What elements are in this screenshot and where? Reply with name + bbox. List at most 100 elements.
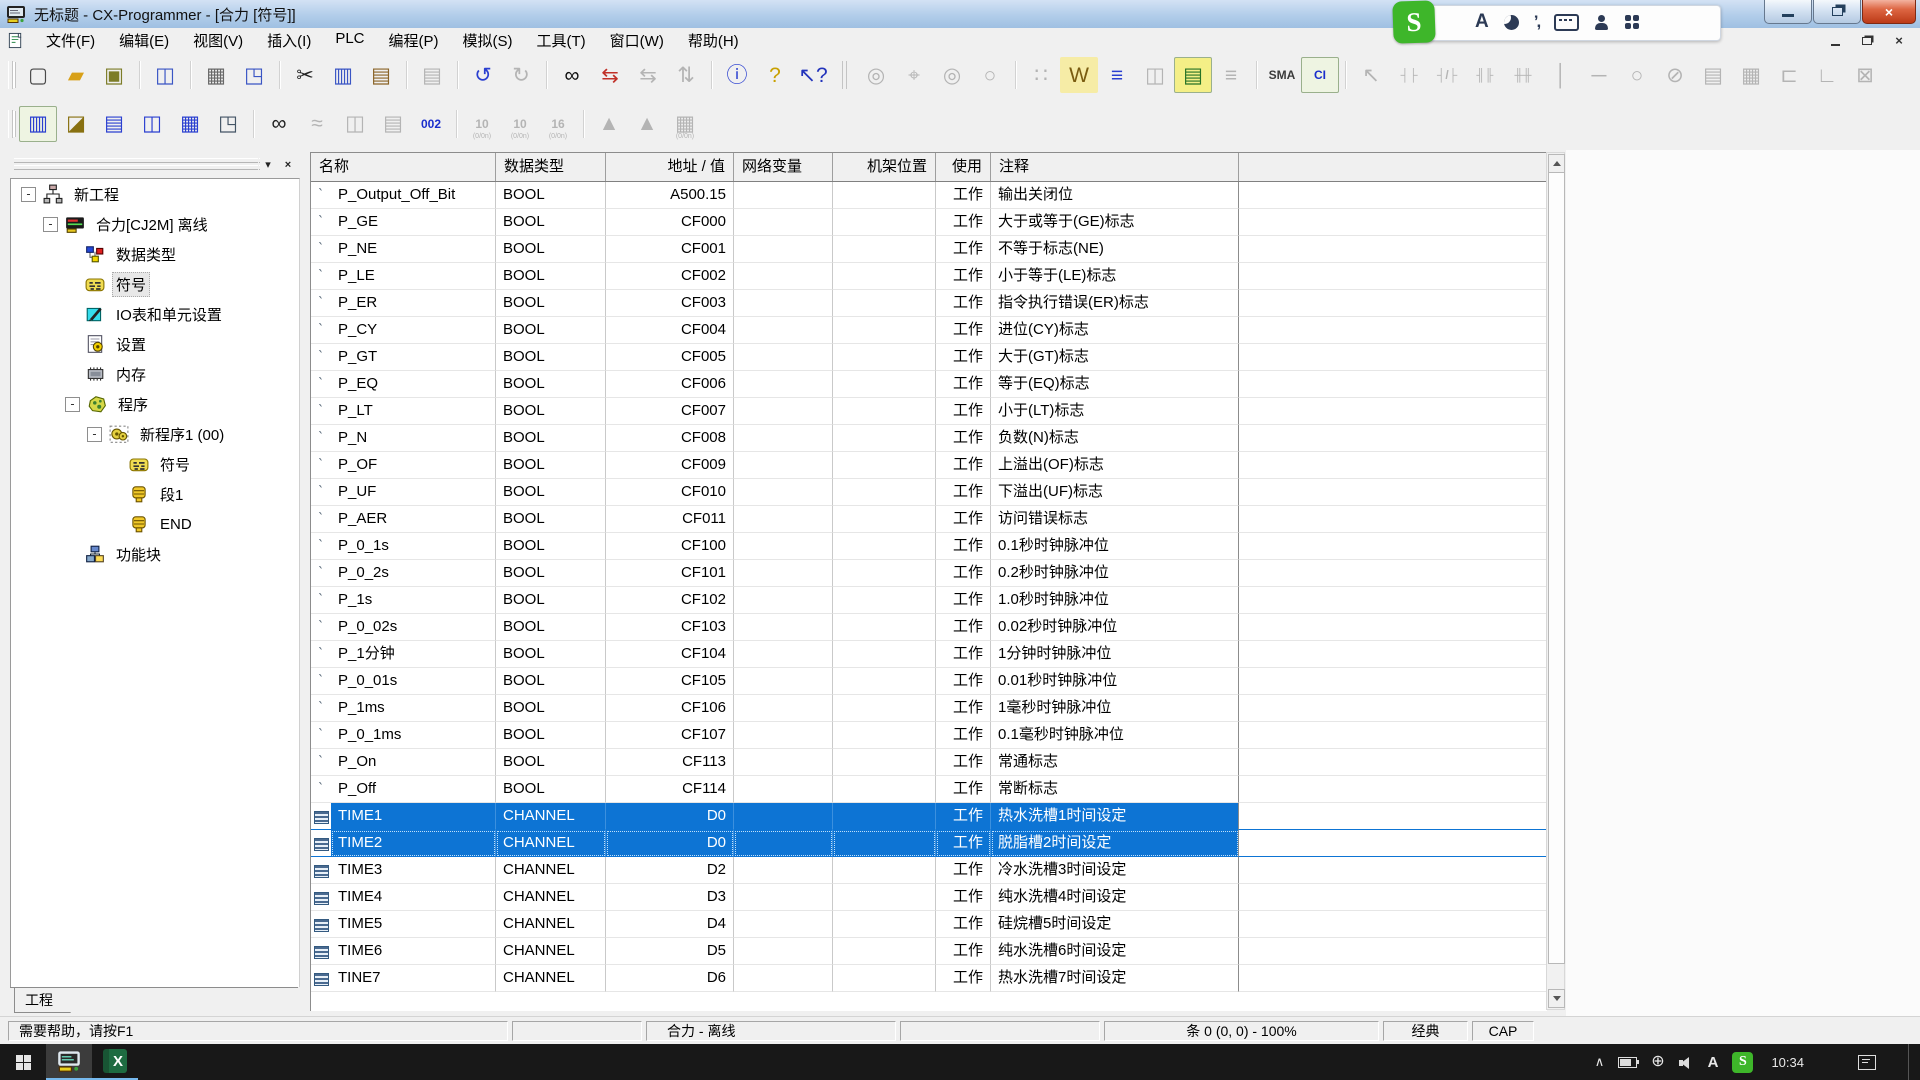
menu-item-9[interactable]: 帮助(H) <box>676 28 751 53</box>
tray-chevron-icon[interactable]: ∧ <box>1595 1054 1605 1070</box>
tree-item-数据类型[interactable]: 数据类型 <box>11 239 299 269</box>
symbol-row-P_On[interactable]: `P_OnBOOLCF113工作常通标志 <box>311 749 1547 776</box>
sogou-tray-icon[interactable]: S <box>1732 1052 1753 1073</box>
tree-item-END[interactable]: END <box>11 509 299 539</box>
new-inverted-instruction-button[interactable]: ▦ <box>1732 57 1770 93</box>
paste-button[interactable]: ▤ <box>362 57 400 93</box>
online-toggle-button[interactable]: ≈ <box>298 106 336 142</box>
menu-item-0[interactable]: 文件(F) <box>34 28 107 53</box>
restore-button[interactable] <box>1813 0 1861 24</box>
zoom-tool-button[interactable]: ⌖ <box>895 57 933 93</box>
symbol-row-P_1ms[interactable]: `P_1msBOOLCF106工作1毫秒时钟脉冲位 <box>311 695 1547 722</box>
taskbar-app-excel[interactable]: X <box>92 1044 138 1080</box>
menu-item-4[interactable]: PLC <box>323 28 376 53</box>
ime-toolbox-icon[interactable] <box>1625 15 1639 29</box>
print-preview-button[interactable]: ◳ <box>235 57 273 93</box>
find-next-button[interactable]: ⇆ <box>629 57 667 93</box>
transfer-to-plc-button[interactable]: ▲ <box>590 106 628 142</box>
monitor-window-button[interactable]: ◫ <box>1136 57 1174 93</box>
tree-item-设置[interactable]: 设置 <box>11 329 299 359</box>
tree-expand-toggle[interactable]: - <box>21 187 36 202</box>
print-button[interactable]: ▦ <box>197 57 235 93</box>
symbol-row-P_UF[interactable]: `P_UFBOOLCF010工作下溢出(UF)标志 <box>311 479 1547 506</box>
redo-button[interactable]: ↻ <box>502 57 540 93</box>
horizontal-line-button[interactable]: ─ <box>1580 57 1618 93</box>
ime-person-icon[interactable] <box>1594 15 1610 30</box>
tree-item-功能块[interactable]: 功能块 <box>11 539 299 569</box>
grid-toggle-button[interactable]: ∷ <box>1022 57 1060 93</box>
copy-button[interactable]: ▥ <box>324 57 362 93</box>
io-comment-button[interactable]: W <box>1060 57 1098 93</box>
view-section-list-button[interactable]: ◫ <box>133 106 171 142</box>
column-header-网络变量[interactable]: 网络变量 <box>734 153 833 181</box>
panel-dropdown-button[interactable]: ▾ <box>258 155 278 174</box>
column-header-注释[interactable]: 注释 <box>991 153 1239 181</box>
show-desktop-button[interactable] <box>1908 1044 1914 1080</box>
format-signed-button[interactable]: 10(0/0n) <box>501 106 539 142</box>
paste-special-button[interactable]: ▤ <box>413 57 451 93</box>
ci-view-button[interactable]: CI <box>1301 57 1339 93</box>
input-indicator[interactable]: A <box>1708 1054 1719 1071</box>
mdi-restore-button[interactable] <box>1854 30 1880 51</box>
sogou-logo-icon[interactable]: S <box>1392 0 1435 43</box>
tab-project[interactable]: 工程 <box>14 988 71 1013</box>
tree-item-新程序1 (00)[interactable]: -新程序1 (00) <box>11 419 299 449</box>
new-closed-contact-button[interactable]: ┤/├ <box>1428 57 1466 93</box>
help-button[interactable]: ? <box>756 57 794 93</box>
undo-button[interactable]: ↺ <box>464 57 502 93</box>
symbol-row-P_NE[interactable]: `P_NEBOOLCF001工作不等于标志(NE) <box>311 236 1547 263</box>
scroll-down-button[interactable] <box>1548 989 1565 1008</box>
zoom-fit-button[interactable]: ○ <box>971 57 1009 93</box>
view-io-table-button[interactable]: ▦ <box>171 106 209 142</box>
format-hex-button[interactable]: 16(0/0n) <box>539 106 577 142</box>
properties-button[interactable]: ◳ <box>209 106 247 142</box>
new-or-closed-contact-button[interactable]: ╫╫ <box>1504 57 1542 93</box>
tree-item-新工程[interactable]: -新工程 <box>11 179 299 209</box>
view-symbols-button[interactable]: ▤ <box>95 106 133 142</box>
symbol-row-P_OF[interactable]: `P_OFBOOLCF009工作上溢出(OF)标志 <box>311 452 1547 479</box>
format-decimal-button[interactable]: 10(0/0n) <box>463 106 501 142</box>
menu-item-3[interactable]: 插入(I) <box>255 28 323 53</box>
symbol-row-TIME6[interactable]: TIME6CHANNELD5工作纯水洗槽6时间设定 <box>311 938 1547 965</box>
network-icon[interactable]: ⊕ <box>1651 1054 1664 1070</box>
speaker-icon[interactable] <box>1679 1056 1694 1069</box>
cut-button[interactable]: ✂ <box>286 57 324 93</box>
clock[interactable]: 10:34 <box>1771 1055 1804 1070</box>
tree-item-程序[interactable]: -程序 <box>11 389 299 419</box>
vertical-scrollbar[interactable] <box>1546 152 1565 1010</box>
symbol-row-TIME2[interactable]: TIME2CHANNELD0工作脱脂槽2时间设定 <box>311 830 1547 857</box>
menu-item-6[interactable]: 模拟(S) <box>451 28 525 53</box>
plc-info-button[interactable]: ⓘ <box>718 57 756 93</box>
toolbar-grip[interactable] <box>8 110 13 138</box>
symbol-row-P_Off[interactable]: `P_OffBOOLCF114工作常断标志 <box>311 776 1547 803</box>
column-header-filler[interactable] <box>1239 153 1547 181</box>
symbol-row-TIME3[interactable]: TIME3CHANNELD2工作冷水洗槽3时间设定 <box>311 857 1547 884</box>
address-tree-button[interactable]: ≡ <box>1212 57 1250 93</box>
rung-annotation-button[interactable]: ≡ <box>1098 57 1136 93</box>
symbol-row-TIME4[interactable]: TIME4CHANNELD3工作纯水洗槽4时间设定 <box>311 884 1547 911</box>
new-instruction-button[interactable]: ▤ <box>1694 57 1732 93</box>
view-mnemonics-button[interactable]: ◪ <box>57 106 95 142</box>
ime-moon-icon[interactable] <box>1504 15 1519 30</box>
tree-expand-toggle[interactable]: - <box>87 427 102 442</box>
symbol-row-P_GE[interactable]: `P_GEBOOLCF000工作大于或等于(GE)标志 <box>311 209 1547 236</box>
compare-plc-button[interactable]: ▦(0/0n) <box>666 106 704 142</box>
symbol-table-button[interactable]: ▤ <box>1174 57 1212 93</box>
symbol-row-P_LT[interactable]: `P_LTBOOLCF007工作小于(LT)标志 <box>311 398 1547 425</box>
tree-item-符号[interactable]: 符号 <box>11 449 299 479</box>
symbol-row-P_0_01s[interactable]: `P_0_01sBOOLCF105工作0.01秒时钟脉冲位 <box>311 668 1547 695</box>
close-button[interactable]: × <box>1862 0 1916 24</box>
menu-item-5[interactable]: 编程(P) <box>377 28 451 53</box>
save-file-button[interactable]: ▣ <box>95 57 133 93</box>
pause-monitor-button[interactable]: ◫ <box>336 106 374 142</box>
find-button[interactable]: ∞ <box>553 57 591 93</box>
delete-tool-button[interactable]: ⊠ <box>1846 57 1884 93</box>
find-symbol-button[interactable]: ∞ <box>260 106 298 142</box>
column-header-机架位置[interactable]: 机架位置 <box>833 153 936 181</box>
symbol-row-P_0_2s[interactable]: `P_0_2sBOOLCF101工作0.2秒时钟脉冲位 <box>311 560 1547 587</box>
watch-list-button[interactable]: ▤ <box>374 106 412 142</box>
new-or-contact-button[interactable]: ╢╟ <box>1466 57 1504 93</box>
battery-icon[interactable] <box>1618 1057 1637 1068</box>
menu-item-7[interactable]: 工具(T) <box>525 28 598 53</box>
symbol-row-P_AER[interactable]: `P_AERBOOLCF011工作访问错误标志 <box>311 506 1547 533</box>
